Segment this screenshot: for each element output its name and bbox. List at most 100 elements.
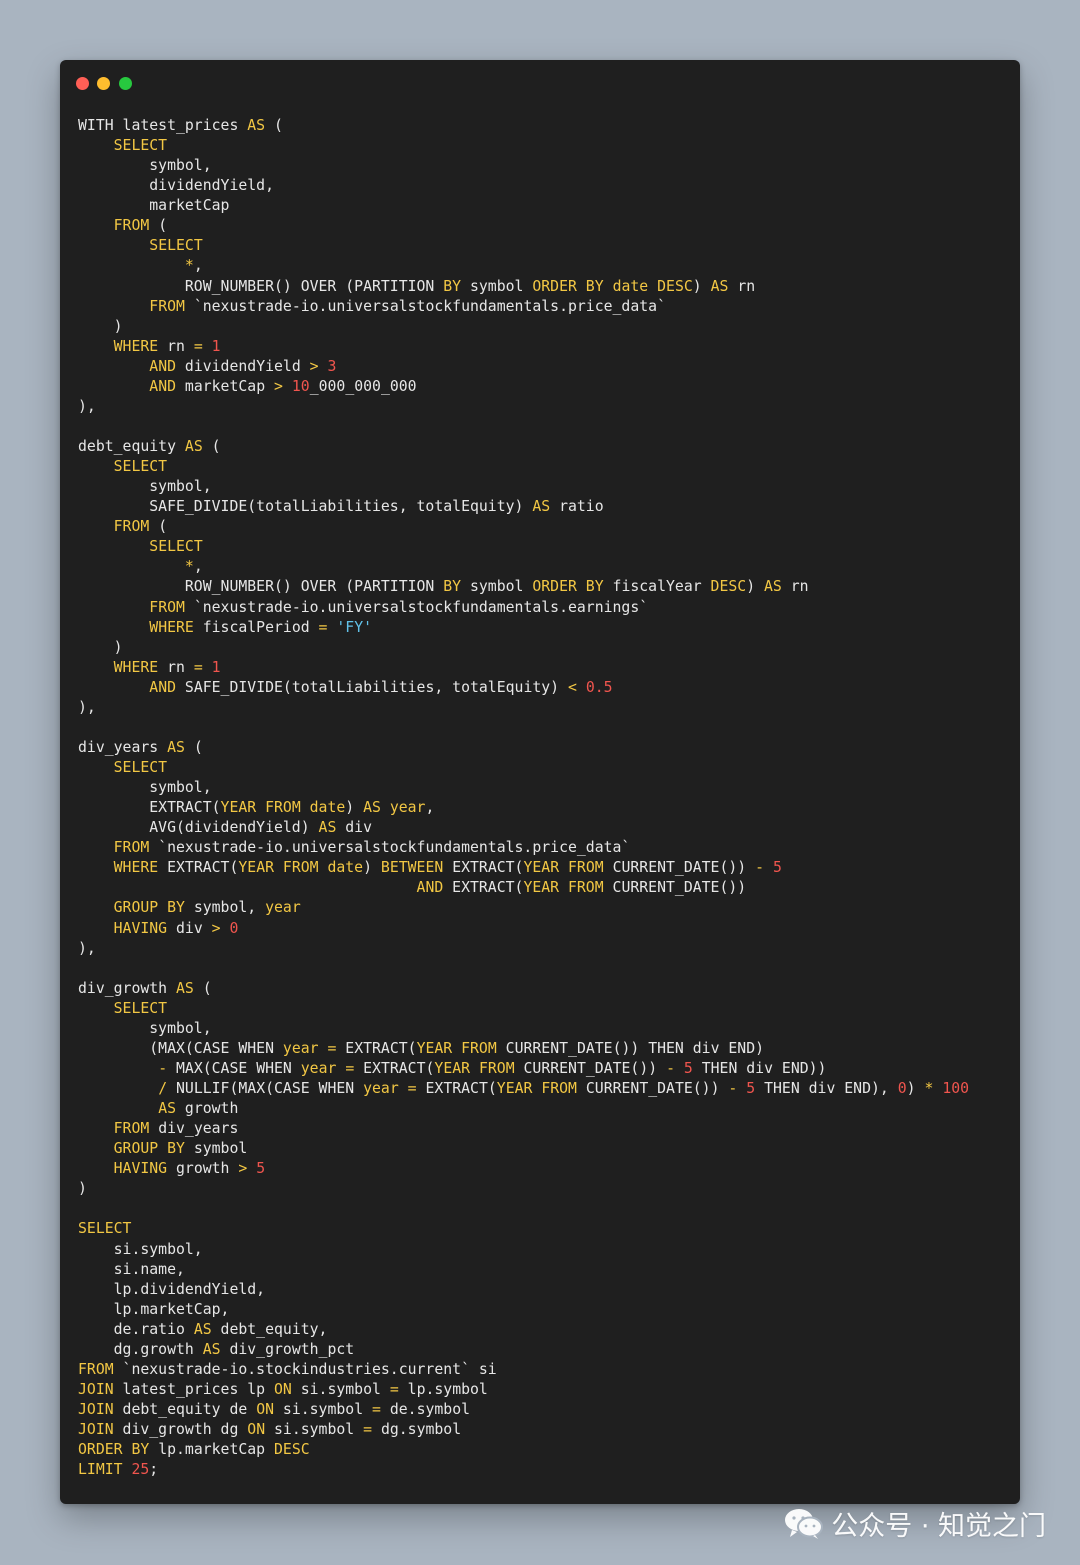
code-token: = — [407, 1080, 417, 1097]
code-token: HAVING — [113, 919, 168, 937]
code-token: FROM — [149, 598, 185, 616]
code-token: NULLIF(MAX(CASE WHEN — [167, 1080, 364, 1097]
code-token: div — [167, 919, 212, 937]
code-token: AS — [184, 438, 203, 455]
code-token: DESC — [274, 1441, 310, 1459]
code-token: AS year — [363, 799, 426, 817]
code-line: FROM ( — [78, 517, 1008, 537]
code-line: AND dividendYield > 3 — [78, 357, 1008, 377]
code-token: = — [372, 1401, 381, 1418]
code-line: div_growth AS ( — [78, 979, 1008, 999]
code-token: ratio — [550, 498, 604, 516]
code-token: 'FY' — [336, 618, 373, 636]
code-token: < — [568, 678, 577, 696]
code-token: symbol, — [78, 478, 212, 496]
code-line: SELECT — [78, 999, 1008, 1019]
code-line: FROM ( — [78, 216, 1008, 236]
code-line: dividendYield, — [78, 176, 1008, 196]
code-token: symbol, — [78, 157, 212, 175]
code-token: lp.marketCap — [149, 1441, 274, 1459]
code-token: YEAR FROM date — [238, 859, 364, 877]
code-token: FROM — [113, 839, 150, 857]
code-line: JOIN debt_equity de ON si.symbol = de.sy… — [78, 1400, 1008, 1420]
code-token: SELECT — [149, 538, 203, 556]
code-token: LIMIT — [78, 1461, 123, 1479]
minimize-window-button[interactable] — [97, 77, 110, 90]
code-token: dg.growth — [78, 1340, 203, 1358]
code-token: SELECT — [113, 137, 168, 155]
code-token: MAX(CASE WHEN — [167, 1059, 301, 1077]
code-token: BY — [443, 578, 462, 596]
code-token: AS — [710, 277, 729, 295]
code-token: growth — [167, 1160, 239, 1178]
code-token: BETWEEN — [380, 859, 444, 877]
code-line: WHERE EXTRACT(YEAR FROM date) BETWEEN EX… — [78, 858, 1008, 878]
code-token: = — [193, 337, 203, 355]
code-token: ) — [363, 859, 381, 877]
code-token: AS — [193, 1320, 212, 1338]
code-token: `nexustrade-io.universalstockfundamental… — [184, 598, 649, 616]
code-token: dg.symbol — [372, 1421, 462, 1439]
code-token: ON — [256, 1401, 275, 1418]
code-token: ( — [265, 117, 283, 134]
code-token: dividendYield, — [78, 177, 274, 195]
code-token: EXTRACT( — [443, 879, 524, 897]
maximize-window-button[interactable] — [119, 77, 132, 90]
code-token: , — [193, 257, 203, 275]
code-token: 100 — [942, 1080, 970, 1097]
code-token: AND — [149, 678, 177, 696]
code-token: 5 — [683, 1059, 693, 1077]
close-window-button[interactable] — [76, 77, 89, 90]
code-token: ), — [78, 939, 96, 957]
code-token: de.symbol — [380, 1401, 471, 1418]
code-line: HAVING growth > 5 — [78, 1159, 1008, 1179]
code-token: fiscalPeriod — [193, 618, 319, 636]
code-line: symbol, — [78, 477, 1008, 497]
code-line: JOIN div_growth dg ON si.symbol = dg.sym… — [78, 1420, 1008, 1440]
code-token: CURRENT_DATE()) — [603, 879, 747, 897]
code-line: (MAX(CASE WHEN year = EXTRACT(YEAR FROM … — [78, 1039, 1008, 1059]
code-token: YEAR FROM — [523, 879, 604, 897]
code-token: AS — [318, 819, 337, 837]
code-token: si.symbol — [265, 1421, 364, 1439]
code-token: = — [345, 1059, 355, 1077]
code-token: (MAX(CASE WHEN — [78, 1039, 283, 1057]
code-token: ON — [247, 1421, 266, 1439]
code-token: year — [282, 1039, 319, 1057]
code-token: lp.marketCap, — [78, 1300, 230, 1318]
code-token: fiscalYear — [603, 578, 711, 596]
code-line: si.name, — [78, 1260, 1008, 1280]
code-token: WHERE — [113, 859, 159, 877]
code-token: ( — [202, 438, 221, 455]
code-token: 1 — [211, 658, 221, 676]
window-titlebar — [60, 60, 1020, 108]
code-token: SELECT — [113, 999, 168, 1017]
code-line: ), — [78, 939, 1008, 959]
code-line: JOIN latest_prices lp ON si.symbol = lp.… — [78, 1380, 1008, 1400]
code-line: ROW_NUMBER() OVER (PARTITION BY symbol O… — [78, 277, 1008, 297]
code-token: - — [728, 1080, 738, 1097]
code-line: debt_equity AS ( — [78, 437, 1008, 457]
code-token: AS — [247, 117, 266, 134]
code-token: si.name, — [78, 1260, 185, 1278]
code-token: AS — [167, 738, 185, 756]
code-token: * — [184, 257, 194, 275]
code-token: WHERE — [113, 658, 159, 676]
